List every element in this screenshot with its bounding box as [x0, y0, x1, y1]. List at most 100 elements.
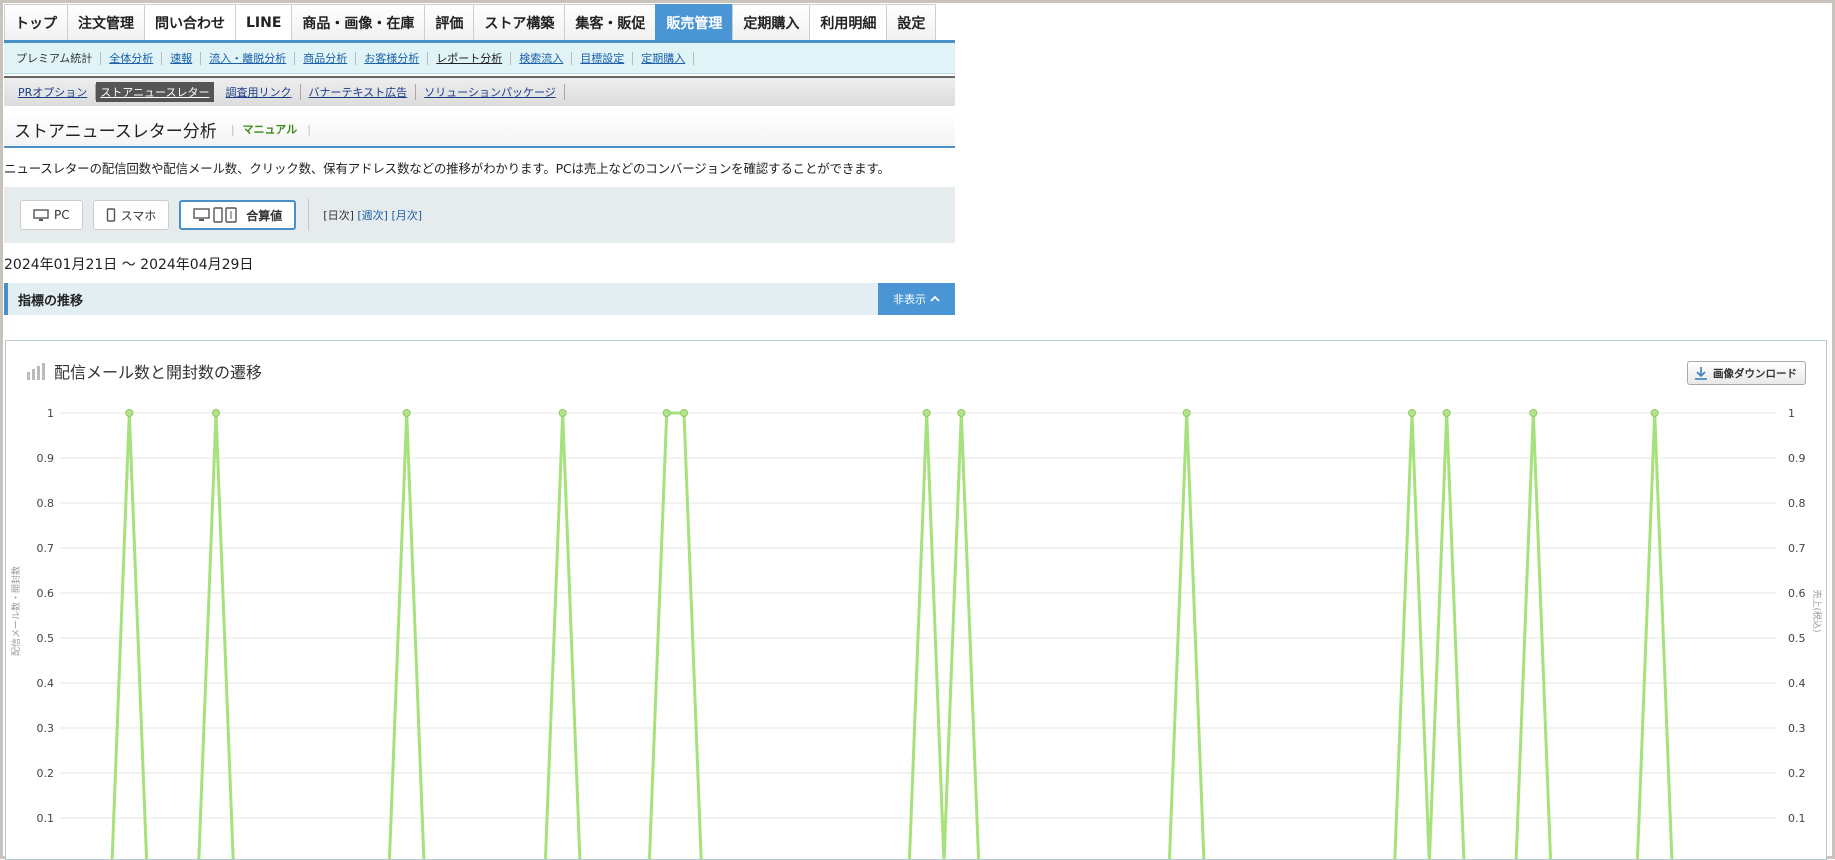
period-link[interactable]: [週次] — [357, 209, 388, 222]
right-tick-label: 0.3 — [1788, 722, 1806, 735]
separator: | — [230, 122, 235, 136]
data-point — [957, 409, 966, 417]
divider — [308, 199, 310, 231]
data-point — [1442, 409, 1451, 417]
series-group — [110, 409, 1674, 859]
left-tick-label: 0.4 — [37, 677, 55, 690]
main-nav-tab[interactable]: 集客・販促 — [564, 4, 657, 40]
right-tick-label: 0.4 — [1788, 677, 1806, 690]
total-label: 合算値 — [246, 208, 283, 223]
data-point — [1182, 409, 1191, 417]
chart-plot: 0.10.20.30.40.50.60.70.80.91 0.10.20.30.… — [10, 407, 1823, 859]
main-nav-tab[interactable]: 販売管理 — [655, 4, 734, 40]
right-tick-label: 0.1 — [1788, 812, 1806, 825]
main-nav-tab[interactable]: 定期購入 — [732, 4, 811, 40]
period-link[interactable]: [月次] — [391, 209, 422, 222]
main-nav-tab[interactable]: 設定 — [886, 4, 937, 40]
main-nav-tab[interactable]: 商品・画像・在庫 — [291, 4, 426, 40]
left-tick-label: 0.7 — [37, 542, 55, 555]
sub-nav-item[interactable]: 全体分析 — [101, 51, 163, 65]
left-tick-label: 0.6 — [37, 587, 55, 600]
right-tick-label: 0.8 — [1788, 497, 1806, 510]
data-point — [125, 409, 134, 417]
left-tick-label: 0.8 — [37, 497, 55, 510]
report-nav-item[interactable]: PRオプション — [10, 84, 97, 100]
right-tick-label: 0.5 — [1788, 632, 1806, 645]
main-nav-tab[interactable]: 利用明細 — [809, 4, 888, 40]
pc-button[interactable]: PC — [20, 200, 83, 230]
data-point — [1650, 409, 1659, 417]
device-selector-bar: PC スマホ 合算値 [日次] [週次] [月次] — [4, 187, 955, 243]
sub-nav-item[interactable]: 目標設定 — [572, 51, 634, 65]
data-point — [558, 409, 567, 417]
chart-panel: 0.1 0.2 0.3 0.4 0.5 0.6 0.7 0.8 0.9 1 0.1 0.2 0.3 0.… — [5, 340, 1827, 860]
left-tick-label: 1 — [47, 407, 54, 420]
right-tick-label: 0.6 — [1788, 587, 1806, 600]
main-nav: トップ 注文管理 問い合わせ LINE 商品・画像・在庫 評価 ストア構築 集客・販促 販売管理… — [4, 4, 955, 43]
right-tick-label: 1 — [1788, 407, 1795, 420]
sub-nav-item[interactable]: 検索流入 — [511, 51, 573, 65]
page-title: ストアニュースレター分析 — [14, 121, 217, 142]
separator: | — [307, 122, 311, 136]
data-point — [662, 409, 671, 417]
date-range: 2024年01月21日 〜 2024年04月29日 — [4, 257, 254, 273]
left-tick-label: 0.1 — [37, 812, 55, 825]
data-point — [680, 409, 688, 417]
sub-nav-item[interactable]: 定期購入 — [633, 51, 695, 65]
hide-toggle-button[interactable]: 非表示 — [878, 283, 955, 315]
left-tick-label: 0.9 — [37, 452, 55, 465]
report-nav-item[interactable]: ストアニュースレター — [96, 82, 214, 102]
period-link[interactable]: [日次] — [323, 209, 354, 222]
report-nav-item[interactable]: ソリューションパッケージ — [416, 84, 565, 100]
right-tick-label: 0.7 — [1788, 542, 1806, 555]
smartphone-button[interactable]: スマホ — [92, 200, 170, 230]
pc-label: PC — [54, 208, 70, 222]
sub-nav-item: プレミアム統計 — [8, 51, 102, 65]
main-nav-tab[interactable]: 評価 — [424, 4, 475, 40]
main-nav-tab[interactable]: 注文管理 — [67, 4, 145, 40]
smartphone-icon — [106, 208, 115, 222]
download-label: 画像ダウンロード — [1713, 367, 1797, 380]
period-selector: [日次] [週次] [月次] — [323, 207, 422, 223]
section-header: 指標の推移 非表示 — [4, 283, 955, 315]
left-tick-label: 0.3 — [37, 722, 55, 735]
chart-title: 配信メール数と開封数の遷移 — [54, 363, 263, 382]
right-axis-title: 売上(税込) — [1811, 589, 1823, 632]
page-description: ニュースレターの配信回数や配信メール数、クリック数、保有アドレス数などの推移がわ… — [4, 161, 890, 176]
chevron-up-icon — [930, 295, 940, 302]
report-nav-item[interactable]: バナーテキスト広告 — [301, 84, 417, 100]
left-axis-ticks: 0.1 0.2 0.3 0.4 0.5 0.6 0.7 0.8 0.9 1 — [37, 407, 55, 825]
sub-nav-item[interactable]: 速報 — [162, 51, 202, 65]
left-tick-label: 0.2 — [37, 767, 55, 780]
sub-nav-item[interactable]: お客様分析 — [356, 51, 429, 65]
main-nav-tab[interactable]: 問い合わせ — [144, 4, 236, 40]
main-nav-tab[interactable]: トップ — [4, 4, 68, 40]
sub-nav-item[interactable]: 流入・離脱分析 — [201, 51, 296, 65]
main-nav-tab[interactable]: LINE — [235, 4, 293, 40]
left-tick-label: 0.5 — [37, 632, 55, 645]
right-axis-ticks: 0.1 0.2 0.3 0.4 0.5 0.6 0.7 0.8 0.9 1 — [1788, 407, 1806, 825]
data-point — [402, 409, 411, 417]
right-tick-label: 0.9 — [1788, 452, 1806, 465]
main-nav-tab[interactable]: ストア構築 — [473, 4, 566, 40]
hide-toggle-label: 非表示 — [893, 293, 926, 306]
data-point — [1529, 409, 1538, 417]
sub-nav-item[interactable]: 商品分析 — [295, 51, 357, 65]
chart-title-wrap: 配信メール数と開封数の遷移 — [26, 359, 262, 383]
report-nav-item[interactable]: 調査用リンク — [218, 84, 301, 100]
download-icon — [1695, 367, 1707, 380]
bar-chart-icon — [27, 363, 45, 380]
image-download-button[interactable]: 画像ダウンロード — [1687, 361, 1806, 385]
data-point — [1408, 409, 1416, 417]
manual-link[interactable]: マニュアル — [243, 121, 298, 137]
all-devices-icon — [193, 207, 237, 223]
series-line — [110, 411, 1674, 859]
data-point — [922, 409, 931, 417]
total-button[interactable]: 合算値 — [179, 200, 297, 230]
page-header: ストアニュースレター分析 | マニュアル | — [4, 112, 955, 148]
sub-nav-item[interactable]: レポート分析 — [428, 51, 512, 65]
right-tick-label: 0.2 — [1788, 767, 1806, 780]
smartphone-label: スマホ — [120, 208, 157, 223]
section-title: 指標の推移 — [18, 293, 84, 309]
sub-nav: プレミアム統計 全体分析 速報 流入・離脱分析 商品分析 お客様分析 レポート分析 検索流入目… — [4, 43, 955, 74]
